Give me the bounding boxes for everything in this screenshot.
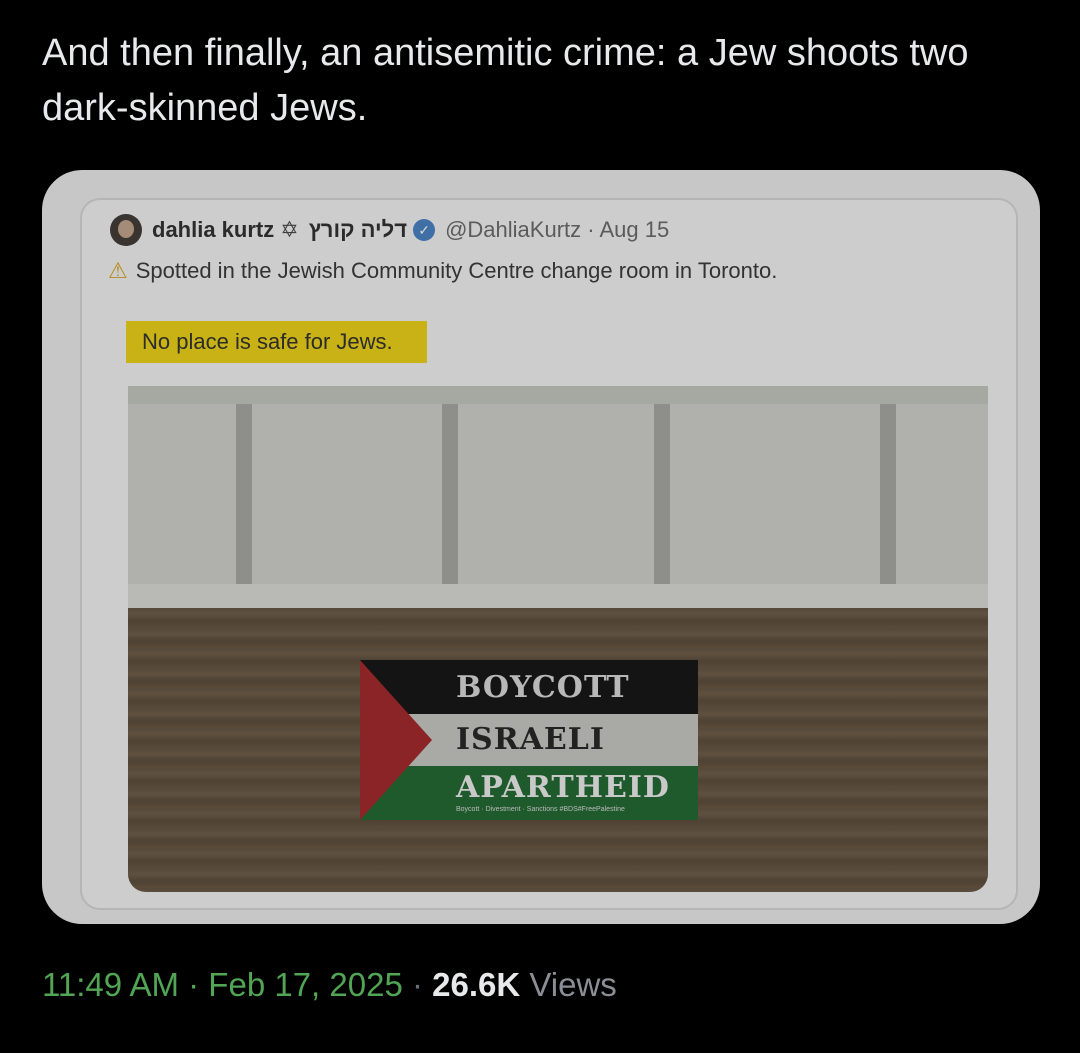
- wall-ledge: [128, 584, 988, 608]
- quoted-tweet-card: dahlia kurtz ✡ דליה קורץ ✓ @DahliaKurtz …: [80, 198, 1018, 910]
- wall-tile: [450, 404, 662, 584]
- avatar: [110, 214, 142, 246]
- footer-separator: ·: [402, 966, 433, 1003]
- tweet-timestamp[interactable]: 11:49 AM · Feb 17, 2025: [42, 966, 403, 1003]
- sticker-red-triangle: [360, 660, 432, 820]
- wall-tile: [662, 404, 888, 584]
- wall-tile: [128, 404, 244, 584]
- wall-tile: [244, 404, 450, 584]
- verified-badge-icon: ✓: [413, 219, 436, 241]
- boycott-sticker: BOYCOTT ISRAELI APARTHEID Boycott · Dive…: [360, 660, 698, 820]
- quoted-tweet-text: Spotted in the Jewish Community Centre c…: [135, 258, 778, 283]
- wall-tile: [888, 404, 988, 584]
- locker-room-photo: BOYCOTT ISRAELI APARTHEID Boycott · Dive…: [128, 386, 988, 892]
- author-handle-date: @DahliaKurtz · Aug 15: [445, 217, 670, 242]
- views-count[interactable]: 26.6K: [432, 966, 520, 1003]
- tiled-wall: [128, 386, 988, 608]
- tweet-footer: 11:49 AM · Feb 17, 2025 · 26.6K Views: [42, 966, 617, 1004]
- author-hebrew-name: דליה קורץ: [308, 217, 408, 242]
- highlighted-text: No place is safe for Jews.: [126, 321, 427, 363]
- sticker-line-3: APARTHEID: [456, 770, 670, 805]
- author-name: dahlia kurtz: [152, 217, 275, 242]
- views-label: Views: [520, 966, 617, 1003]
- quoted-tweet-line: ⚠ Spotted in the Jewish Community Centre…: [108, 258, 777, 284]
- star-of-david-icon: ✡: [280, 217, 299, 242]
- sticker-line-2: ISRAELI: [456, 722, 605, 757]
- warning-icon: ⚠: [108, 258, 128, 283]
- sticker-line-1: BOYCOTT: [456, 670, 630, 705]
- quoted-tweet-header: dahlia kurtz ✡ דליה קורץ ✓ @DahliaKurtz …: [110, 210, 669, 250]
- tweet-text: And then finally, an antisemitic crime: …: [42, 32, 969, 129]
- sticker-small-print: Boycott · Divestment · Sanctions #BDS#Fr…: [456, 806, 625, 813]
- quoted-screenshot-image[interactable]: dahlia kurtz ✡ דליה קורץ ✓ @DahliaKurtz …: [42, 170, 1040, 924]
